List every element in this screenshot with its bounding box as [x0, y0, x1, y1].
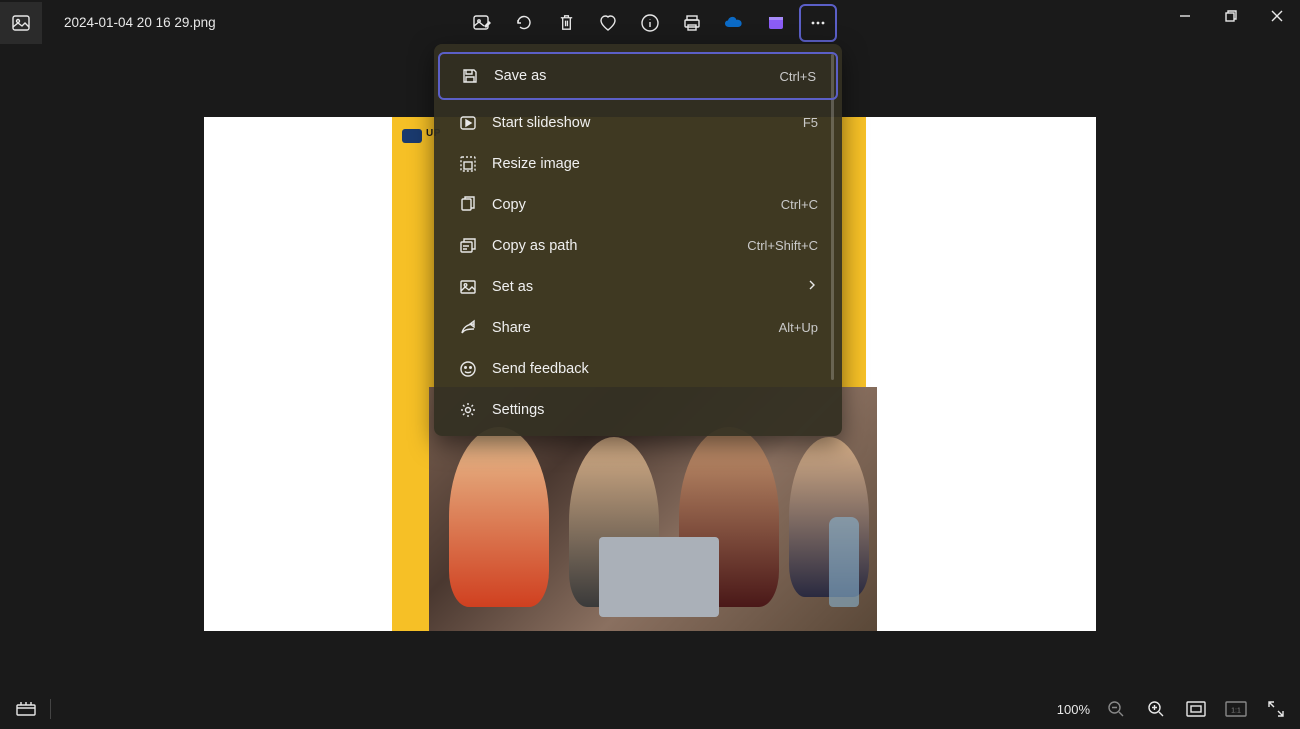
fullscreen-icon[interactable]: [1262, 695, 1290, 723]
menu-copy[interactable]: Copy Ctrl+C: [434, 184, 842, 225]
print-icon[interactable]: [673, 4, 711, 42]
main-toolbar: [463, 4, 837, 42]
menu-shortcut: Ctrl+S: [780, 69, 816, 84]
rotate-icon[interactable]: [505, 4, 543, 42]
info-icon[interactable]: [631, 4, 669, 42]
menu-shortcut: Ctrl+C: [781, 197, 818, 212]
save-icon: [460, 66, 480, 86]
actual-size-icon[interactable]: 1:1: [1222, 695, 1250, 723]
more-context-menu: Save as Ctrl+S Start slideshow F5 Resize…: [434, 44, 842, 436]
copy-path-icon: [458, 236, 478, 256]
menu-label: Start slideshow: [492, 115, 803, 131]
clipchamp-icon[interactable]: [757, 4, 795, 42]
slideshow-icon: [458, 113, 478, 133]
more-icon[interactable]: [799, 4, 837, 42]
menu-share[interactable]: Share Alt+Up: [434, 307, 842, 348]
delete-icon[interactable]: [547, 4, 585, 42]
zoom-percent: 100%: [1057, 702, 1090, 717]
fit-window-icon[interactable]: [1182, 695, 1210, 723]
menu-label: Save as: [494, 68, 780, 84]
bottom-bar: 100% 1:1: [0, 689, 1300, 729]
app-icon[interactable]: [0, 2, 42, 44]
menu-save-as[interactable]: Save as Ctrl+S: [438, 52, 838, 100]
feedback-icon: [458, 359, 478, 379]
filename: 2024-01-04 20 16 29.png: [64, 15, 216, 30]
menu-set-as[interactable]: Set as: [434, 266, 842, 307]
maximize-button[interactable]: [1208, 0, 1254, 32]
menu-label: Copy as path: [492, 238, 747, 254]
close-button[interactable]: [1254, 0, 1300, 32]
menu-label: Copy: [492, 197, 781, 213]
menu-label: Set as: [492, 279, 806, 295]
filmstrip-icon[interactable]: [8, 691, 44, 727]
favorite-icon[interactable]: [589, 4, 627, 42]
window-controls: [1162, 0, 1300, 32]
svg-text:1:1: 1:1: [1231, 708, 1241, 715]
menu-settings[interactable]: Settings: [434, 389, 842, 430]
share-icon: [458, 318, 478, 338]
minimize-button[interactable]: [1162, 0, 1208, 32]
menu-resize-image[interactable]: Resize image: [434, 143, 842, 184]
menu-label: Settings: [492, 402, 818, 418]
menu-shortcut: Ctrl+Shift+C: [747, 238, 818, 253]
menu-shortcut: Alt+Up: [779, 320, 818, 335]
menu-start-slideshow[interactable]: Start slideshow F5: [434, 102, 842, 143]
edit-icon[interactable]: [463, 4, 501, 42]
copy-icon: [458, 195, 478, 215]
divider: [50, 699, 51, 719]
set-as-icon: [458, 277, 478, 297]
menu-label: Share: [492, 320, 779, 336]
menu-send-feedback[interactable]: Send feedback: [434, 348, 842, 389]
menu-label: Send feedback: [492, 361, 818, 377]
zoom-out-icon[interactable]: [1102, 695, 1130, 723]
settings-icon: [458, 400, 478, 420]
menu-shortcut: F5: [803, 115, 818, 130]
onedrive-icon[interactable]: [715, 4, 753, 42]
menu-label: Resize image: [492, 156, 818, 172]
zoom-in-icon[interactable]: [1142, 695, 1170, 723]
resize-icon: [458, 154, 478, 174]
menu-copy-as-path[interactable]: Copy as path Ctrl+Shift+C: [434, 225, 842, 266]
chevron-right-icon: [806, 279, 818, 294]
